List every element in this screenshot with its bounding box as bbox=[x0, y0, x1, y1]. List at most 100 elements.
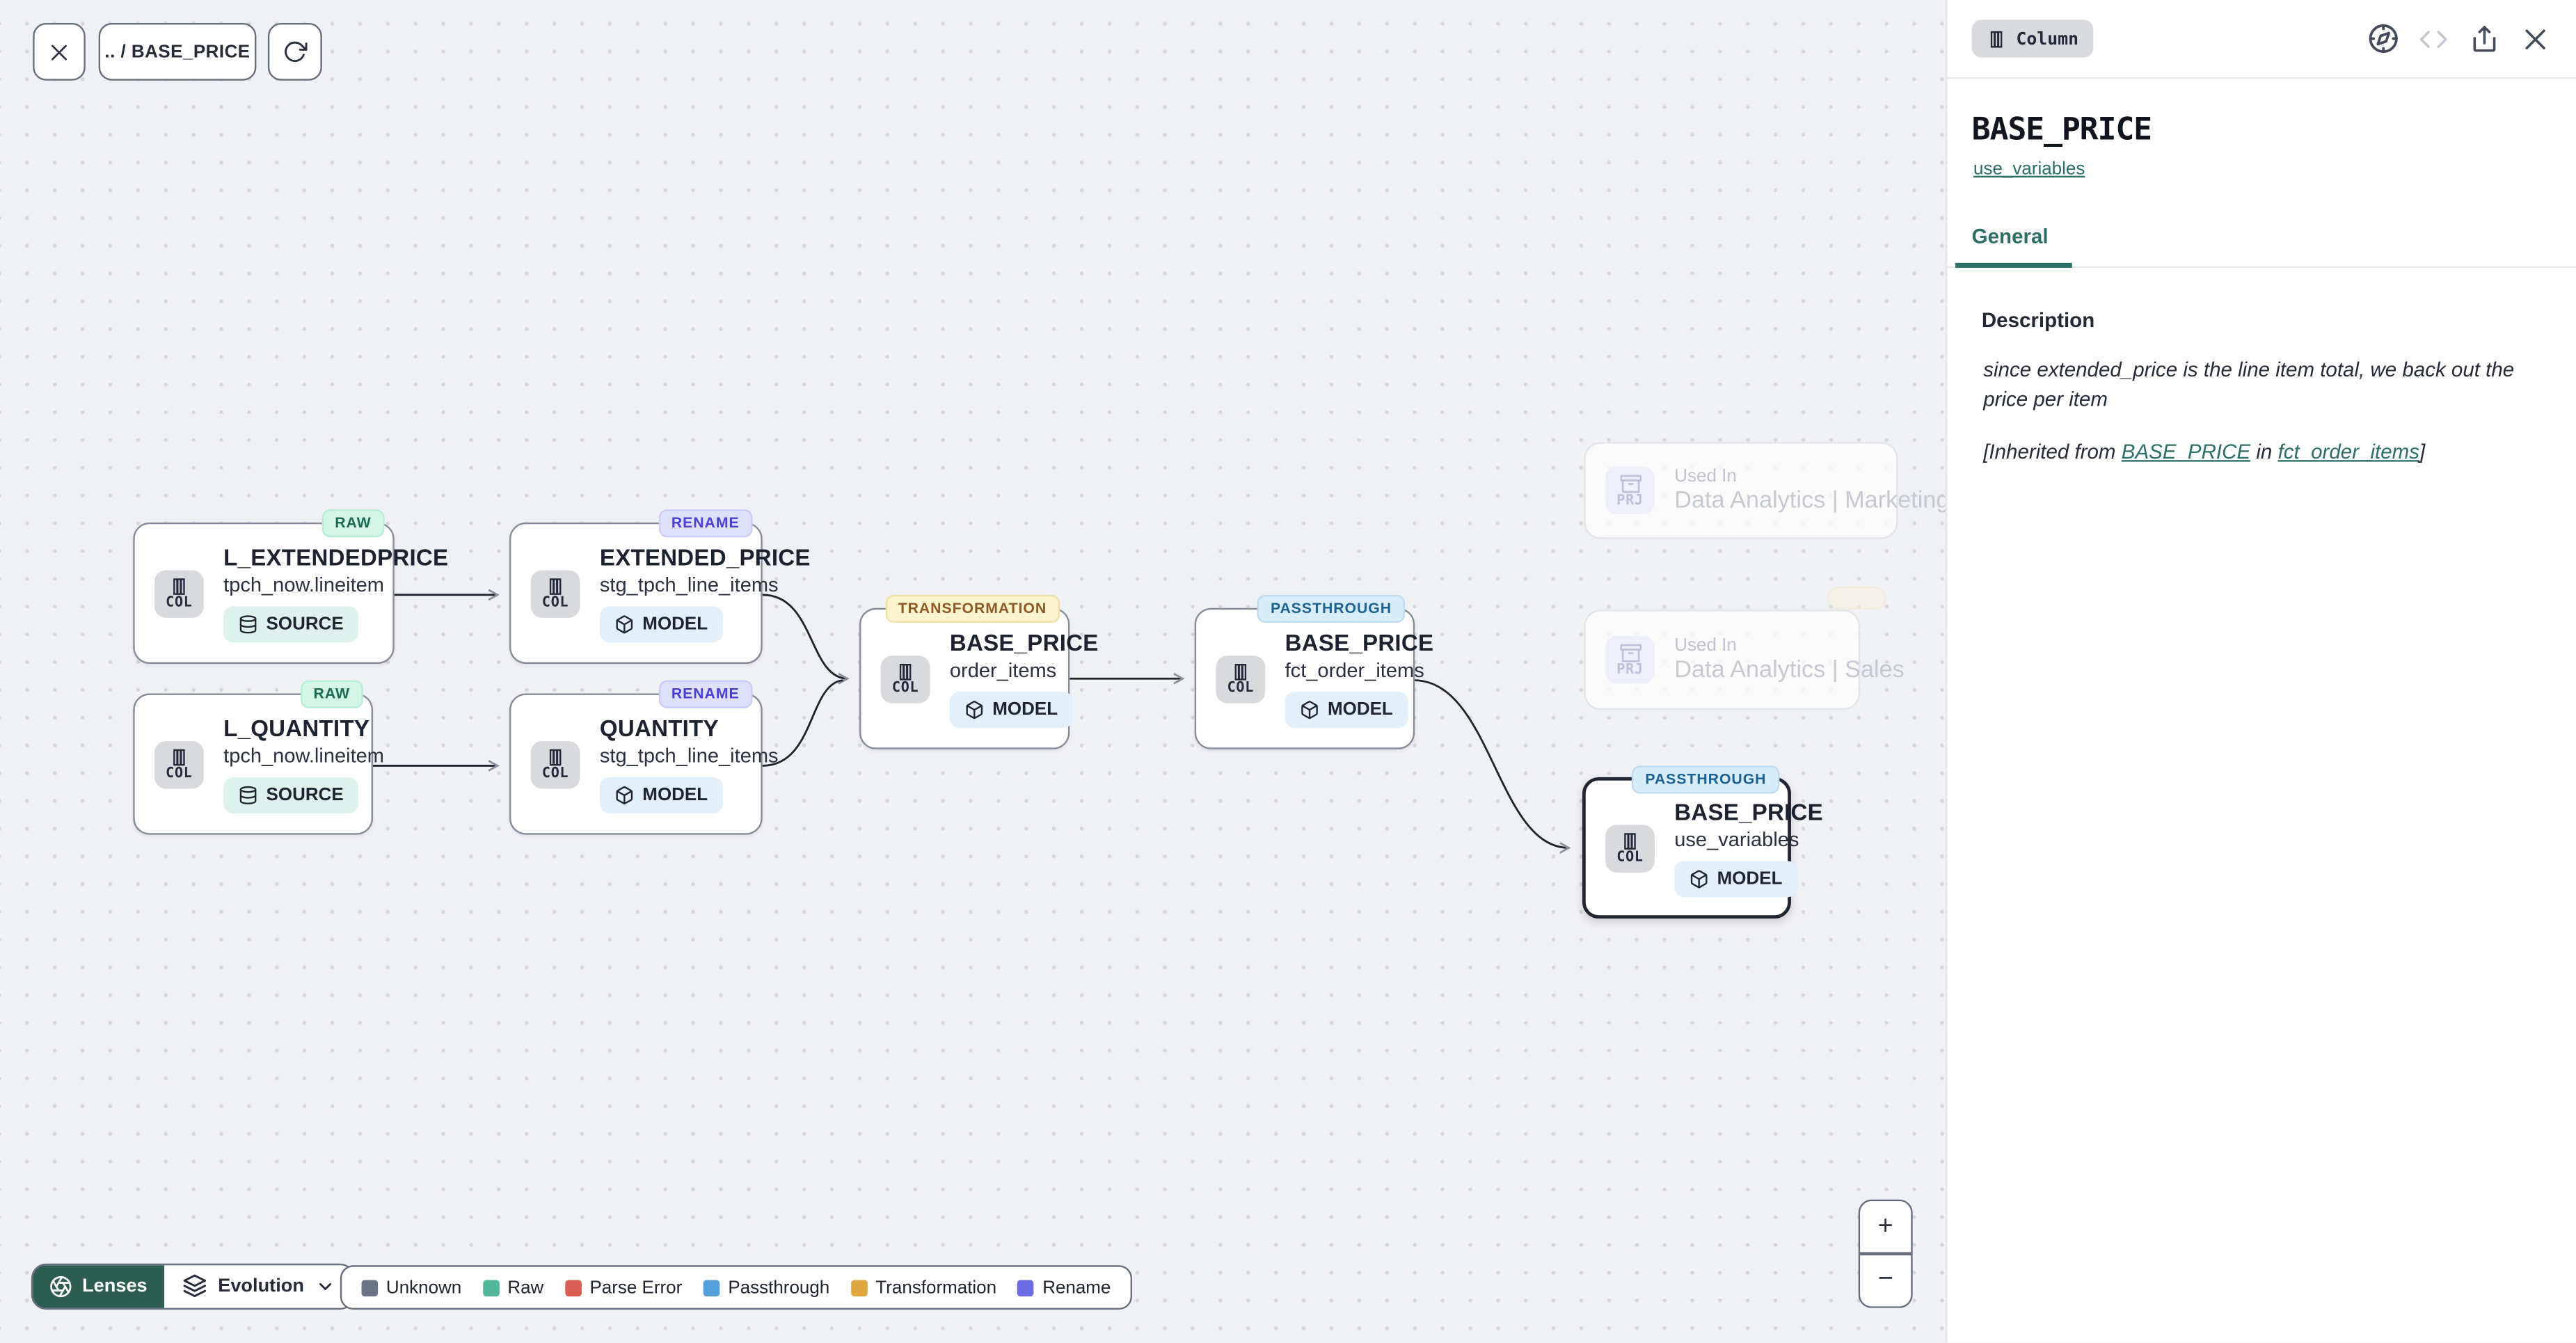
chip-label: COL bbox=[1227, 681, 1254, 696]
chip-label: COL bbox=[892, 681, 919, 696]
inherited-model-link[interactable]: fct_order_items bbox=[2278, 440, 2419, 463]
column-chip: COL bbox=[1216, 655, 1265, 702]
entity-type-badge: Column bbox=[1972, 19, 2094, 57]
lenses-button[interactable]: Lenses bbox=[33, 1265, 164, 1307]
legend-swatch bbox=[483, 1279, 500, 1296]
close-lineage-button[interactable] bbox=[33, 23, 86, 81]
detail-panel: Column BASE_PRICE use_variables General … bbox=[1946, 0, 2576, 1343]
refresh-button[interactable] bbox=[268, 23, 322, 81]
legend-item: Rename bbox=[1018, 1278, 1111, 1297]
ghost-node-sales[interactable]: PRJ Used In Data Analytics | Sales bbox=[1584, 610, 1860, 710]
node-subtitle: use_variables bbox=[1674, 828, 1799, 851]
ghost-title: Data Analytics | Sales bbox=[1674, 658, 1905, 684]
legend-item: Passthrough bbox=[703, 1278, 829, 1297]
node-title: QUANTITY bbox=[600, 715, 719, 741]
entity-type-label: Column bbox=[2016, 29, 2078, 48]
archive-icon bbox=[1619, 472, 1641, 494]
export-icon bbox=[2470, 24, 2499, 54]
code-icon bbox=[2419, 24, 2449, 54]
node-title: BASE_PRICE bbox=[1674, 799, 1823, 825]
column-chip: COL bbox=[531, 740, 580, 788]
node-title: BASE_PRICE bbox=[1285, 629, 1434, 655]
zoom-out-button[interactable]: − bbox=[1860, 1255, 1911, 1307]
legend-item: Raw bbox=[483, 1278, 543, 1297]
materialization-pill: MODEL bbox=[600, 777, 722, 813]
lenses-control: Lenses Evolution bbox=[31, 1264, 355, 1309]
archive-icon bbox=[1619, 642, 1641, 663]
layers-icon bbox=[182, 1274, 206, 1298]
chip-label: COL bbox=[542, 596, 569, 610]
chip-label: COL bbox=[166, 596, 192, 610]
ghost-title: Data Analytics | Marketing bbox=[1674, 488, 1949, 514]
lineage-node-base-price-use-variables[interactable]: PASSTHROUGH COL BASE_PRICE use_variables… bbox=[1582, 777, 1791, 919]
breadcrumb[interactable]: .. / BASE_PRICE bbox=[99, 23, 257, 81]
lineage-node-base-price-fct-order-items[interactable]: PASSTHROUGH COL BASE_PRICE fct_order_ite… bbox=[1195, 608, 1415, 749]
column-chip: COL bbox=[531, 569, 580, 617]
breadcrumb-label: .. / BASE_PRICE bbox=[104, 42, 250, 61]
cube-icon bbox=[1300, 700, 1319, 720]
inherited-note: [Inherited from BASE_PRICE in fct_order_… bbox=[1983, 438, 2541, 467]
export-button[interactable] bbox=[2466, 21, 2502, 57]
node-subtitle: stg_tpch_line_items bbox=[600, 573, 779, 596]
lineage-node-l-extendedprice[interactable]: RAW COL L_EXTENDEDPRICE tpch_now.lineite… bbox=[133, 523, 394, 664]
edge-type-badge: RENAME bbox=[658, 509, 753, 537]
explore-compass-button[interactable] bbox=[2364, 21, 2401, 57]
ghost-badge bbox=[1827, 587, 1886, 610]
pill-label: MODEL bbox=[992, 700, 1058, 720]
legend-swatch bbox=[565, 1279, 582, 1296]
materialization-pill: SOURCE bbox=[223, 606, 358, 642]
lineage-node-base-price-order-items[interactable]: TRANSFORMATION COL BASE_PRICE order_item… bbox=[859, 608, 1070, 749]
compass-icon bbox=[2367, 23, 2399, 54]
lineage-node-quantity[interactable]: RENAME COL QUANTITY stg_tpch_line_items … bbox=[509, 694, 763, 835]
chip-label: PRJ bbox=[1616, 494, 1643, 509]
columns-icon bbox=[546, 576, 565, 596]
panel-header: Column bbox=[1947, 0, 2576, 79]
close-icon bbox=[2520, 24, 2550, 54]
legend-swatch bbox=[703, 1279, 720, 1296]
lineage-node-extended-price[interactable]: RENAME COL EXTENDED_PRICE stg_tpch_line_… bbox=[509, 523, 763, 664]
database-icon bbox=[238, 614, 257, 634]
tab-general[interactable]: General bbox=[1955, 225, 2072, 268]
legend-swatch bbox=[1018, 1279, 1035, 1296]
app-window: .. / BASE_PRICE PRJ Used In Data Analyti… bbox=[0, 0, 2576, 1343]
columns-icon bbox=[1231, 661, 1250, 681]
columns-icon bbox=[169, 747, 189, 766]
lenses-label: Lenses bbox=[82, 1276, 148, 1296]
ghost-kicker: Used In bbox=[1674, 636, 1905, 655]
lineage-canvas[interactable]: .. / BASE_PRICE PRJ Used In Data Analyti… bbox=[0, 0, 1946, 1343]
cube-icon bbox=[614, 786, 634, 805]
project-chip: PRJ bbox=[1605, 467, 1655, 514]
lens-mode-dropdown[interactable]: Evolution bbox=[164, 1265, 353, 1307]
materialization-pill: MODEL bbox=[1674, 861, 1797, 897]
edge-type-badge: RENAME bbox=[658, 681, 753, 708]
materialization-pill: SOURCE bbox=[223, 777, 358, 813]
view-code-button bbox=[2415, 21, 2451, 57]
close-panel-button[interactable] bbox=[2518, 21, 2554, 57]
chevron-down-icon bbox=[315, 1276, 335, 1296]
columns-icon bbox=[1987, 29, 2006, 48]
ghost-node-marketing[interactable]: PRJ Used In Data Analytics | Marketing bbox=[1584, 442, 1898, 539]
zoom-in-button[interactable]: + bbox=[1860, 1201, 1911, 1253]
legend-item: Unknown bbox=[362, 1278, 462, 1297]
column-chip: COL bbox=[1605, 824, 1655, 871]
node-subtitle: tpch_now.lineitem bbox=[223, 745, 384, 768]
ghost-kicker: Used In bbox=[1674, 467, 1949, 486]
chip-label: PRJ bbox=[1616, 663, 1643, 678]
edge-type-badge: PASSTHROUGH bbox=[1257, 595, 1405, 623]
chip-label: COL bbox=[542, 767, 569, 781]
edge-type-badge: TRANSFORMATION bbox=[885, 595, 1060, 623]
pill-label: MODEL bbox=[1328, 700, 1393, 720]
lens-mode-label: Evolution bbox=[218, 1276, 304, 1296]
legend-item: Parse Error bbox=[565, 1278, 682, 1297]
pill-label: MODEL bbox=[642, 614, 708, 634]
legend-swatch bbox=[851, 1279, 868, 1296]
chip-label: COL bbox=[1616, 850, 1643, 865]
inherited-column-link[interactable]: BASE_PRICE bbox=[2122, 440, 2250, 463]
node-subtitle: order_items bbox=[950, 659, 1056, 682]
columns-icon bbox=[169, 576, 189, 596]
model-link[interactable]: use_variables bbox=[1973, 159, 2085, 179]
edge-type-badge: RAW bbox=[321, 509, 384, 537]
lineage-node-l-quantity[interactable]: RAW COL L_QUANTITY tpch_now.lineitem SOU… bbox=[133, 694, 373, 835]
node-title: L_EXTENDEDPRICE bbox=[223, 544, 448, 571]
column-chip: COL bbox=[881, 655, 930, 702]
